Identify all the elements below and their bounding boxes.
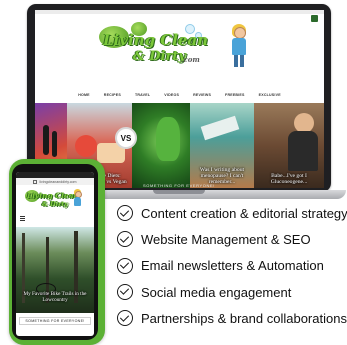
list-item: Social media engagement xyxy=(114,279,347,305)
list-item: Website Management & SEO xyxy=(114,226,347,252)
list-item: Partnerships & brand collaborations xyxy=(114,305,347,331)
phone-logo-line-2: & Dirty xyxy=(42,200,68,208)
main-nav: HOME RECIPES TRAVEL VIDEOS REVIEWS FREEB… xyxy=(35,89,324,101)
phone-tagline: SOMETHING FOR EVERYONE! xyxy=(19,317,91,325)
phone-screen: livingcleananddirty.com Living Clean & D… xyxy=(16,172,94,336)
service-label: Email newsletters & Automation xyxy=(141,258,324,274)
mascot-leg xyxy=(240,55,244,67)
post-caption: Babe...I've got I Gluconeogene... xyxy=(270,173,308,185)
logo-line-2: & Dirty xyxy=(133,49,186,64)
logo-suffix: .com xyxy=(181,55,200,64)
list-item: Content creation & editorial strategy xyxy=(114,200,347,226)
nav-exclusive[interactable]: EXCLUSIVE xyxy=(259,93,281,97)
featured-post-tile[interactable] xyxy=(132,103,190,188)
featured-post-tile[interactable]: Babe...I've got I Gluconeogene... xyxy=(254,103,324,188)
service-label: Content creation & editorial strategy xyxy=(141,205,347,221)
runner-silhouette xyxy=(52,131,57,157)
mascot-body xyxy=(74,197,81,206)
broccoli-image xyxy=(156,117,180,161)
menu-icon[interactable] xyxy=(20,216,25,221)
tomato-image xyxy=(75,135,97,157)
paper-image xyxy=(200,115,240,141)
hero-caption: My Favorite Bike Trails in the Lowcountr… xyxy=(23,291,87,304)
top-bar xyxy=(35,10,324,14)
person-image xyxy=(294,113,314,133)
url-text: livingcleananddirty.com xyxy=(39,179,77,184)
check-circle-icon xyxy=(117,284,133,301)
versus-badge: VS xyxy=(115,127,137,149)
nav-travel[interactable]: TRAVEL xyxy=(135,93,150,97)
list-item: Email newsletters & Automation xyxy=(114,253,347,279)
lock-icon xyxy=(33,179,38,184)
laptop-tagline: SOMETHING FOR EVERYONE! xyxy=(143,183,215,188)
hero-post[interactable]: My Favorite Bike Trails in the Lowcountr… xyxy=(16,227,94,313)
nav-recipes[interactable]: RECIPES xyxy=(104,93,121,97)
nav-reviews[interactable]: REVIEWS xyxy=(193,93,211,97)
nav-freebies[interactable]: FREEBIES xyxy=(225,93,245,97)
featured-post-tile[interactable]: Was I writing about menopause? I can't r… xyxy=(190,103,254,188)
phone-logo-line-1: Living Clean xyxy=(27,191,79,200)
service-label: Partnerships & brand collaborations xyxy=(141,310,347,326)
facebook-icon[interactable] xyxy=(311,15,318,22)
check-circle-icon xyxy=(117,310,133,327)
person-image xyxy=(288,131,318,171)
runner-silhouette xyxy=(43,125,49,155)
services-list: Content creation & editorial strategy We… xyxy=(114,200,347,331)
service-label: Social media engagement xyxy=(141,284,292,300)
check-circle-icon xyxy=(117,231,133,248)
check-circle-icon xyxy=(117,257,133,274)
mascot-leg xyxy=(234,55,238,67)
check-circle-icon xyxy=(117,205,133,222)
nav-home[interactable]: HOME xyxy=(78,93,90,97)
logo-line-1: Living Clean xyxy=(103,31,209,49)
nav-videos[interactable]: VIDEOS xyxy=(164,93,179,97)
mascot-body xyxy=(232,38,246,55)
laptop-notch xyxy=(153,190,205,194)
url-bar[interactable]: livingcleananddirty.com xyxy=(16,178,94,185)
service-label: Website Management & SEO xyxy=(141,231,311,247)
